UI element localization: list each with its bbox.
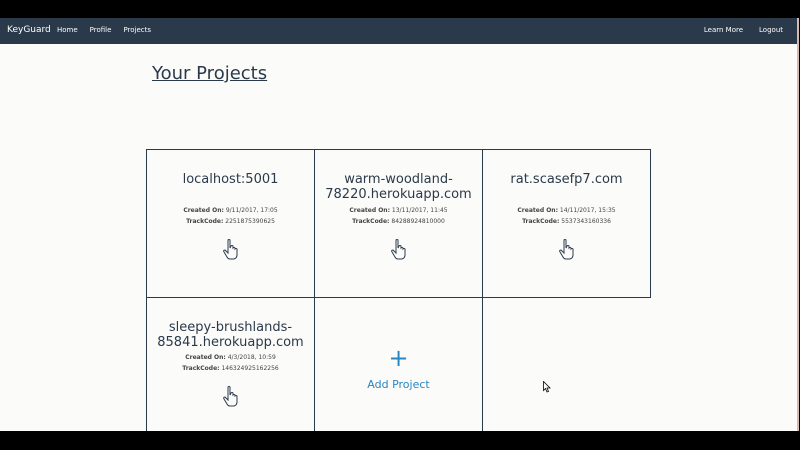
trackcode-label: TrackCode: [352, 218, 390, 225]
project-name: warm-woodland-78220.herokuapp.com [325, 172, 472, 202]
created-on: Created On: 9/11/2017, 17:05 [147, 207, 314, 214]
project-card[interactable]: rat.scasefp7.com Created On: 14/11/2017,… [482, 149, 651, 298]
trackcode-label: TrackCode: [182, 365, 220, 372]
app-viewport: KeyGuard Home Profile Projects Learn Mor… [0, 18, 799, 431]
nav-links-left: Home Profile Projects [57, 26, 163, 34]
created-on: Created On: 14/11/2017, 15:35 [483, 207, 650, 214]
nav-home-link[interactable]: Home [57, 26, 78, 34]
created-on-label: Created On: [185, 354, 226, 361]
project-card[interactable]: warm-woodland-78220.herokuapp.com Create… [314, 149, 483, 298]
hand-pointer-icon[interactable] [221, 238, 241, 260]
created-on-label: Created On: [517, 207, 558, 214]
trackcode-value: 84288924810000 [391, 218, 445, 225]
created-on-value: 13/11/2017, 11:45 [391, 207, 448, 214]
trackcode: TrackCode: 146324925162256 [147, 365, 314, 372]
project-name: rat.scasefp7.com [510, 172, 623, 187]
trackcode: TrackCode: 5537343160336 [483, 218, 650, 225]
created-on-value: 14/11/2017, 15:35 [559, 207, 616, 214]
mouse-cursor-icon [543, 381, 551, 393]
trackcode-value: 2251875390625 [225, 218, 275, 225]
trackcode-label: TrackCode: [186, 218, 224, 225]
created-on-label: Created On: [183, 207, 224, 214]
nav-logout-link[interactable]: Logout [759, 26, 783, 34]
trackcode-value: 5537343160336 [561, 218, 611, 225]
created-on-label: Created On: [349, 207, 390, 214]
hand-pointer-icon[interactable] [389, 238, 409, 260]
project-card[interactable]: sleepy-brushlands-85841.herokuapp.com Cr… [146, 297, 315, 431]
nav-profile-link[interactable]: Profile [90, 26, 112, 34]
created-on: Created On: 4/3/2018, 10:59 [147, 354, 314, 361]
created-on: Created On: 13/11/2017, 11:45 [315, 207, 482, 214]
project-name: sleepy-brushlands-85841.herokuapp.com [157, 320, 304, 350]
nav-projects-link[interactable]: Projects [123, 26, 151, 34]
hand-pointer-icon[interactable] [557, 238, 577, 260]
add-project-card[interactable]: + Add Project [314, 297, 483, 431]
hand-pointer-icon[interactable] [221, 385, 241, 407]
top-navbar: KeyGuard Home Profile Projects Learn Mor… [0, 18, 797, 44]
trackcode-label: TrackCode: [522, 218, 560, 225]
created-on-value: 4/3/2018, 10:59 [227, 354, 276, 361]
trackcode-value: 146324925162256 [221, 365, 279, 372]
trackcode: TrackCode: 84288924810000 [315, 218, 482, 225]
project-card[interactable]: localhost:5001 Created On: 9/11/2017, 17… [146, 149, 315, 298]
nav-learn-more-link[interactable]: Learn More [704, 26, 743, 34]
brand-logo[interactable]: KeyGuard [7, 25, 51, 35]
page-title: Your Projects [152, 63, 268, 84]
plus-icon[interactable]: + [315, 346, 482, 370]
created-on-value: 9/11/2017, 17:05 [225, 207, 278, 214]
add-project-label[interactable]: Add Project [315, 378, 482, 391]
nav-links-right: Learn More Logout [688, 26, 783, 34]
project-name: localhost:5001 [182, 172, 279, 187]
trackcode: TrackCode: 2251875390625 [147, 218, 314, 225]
